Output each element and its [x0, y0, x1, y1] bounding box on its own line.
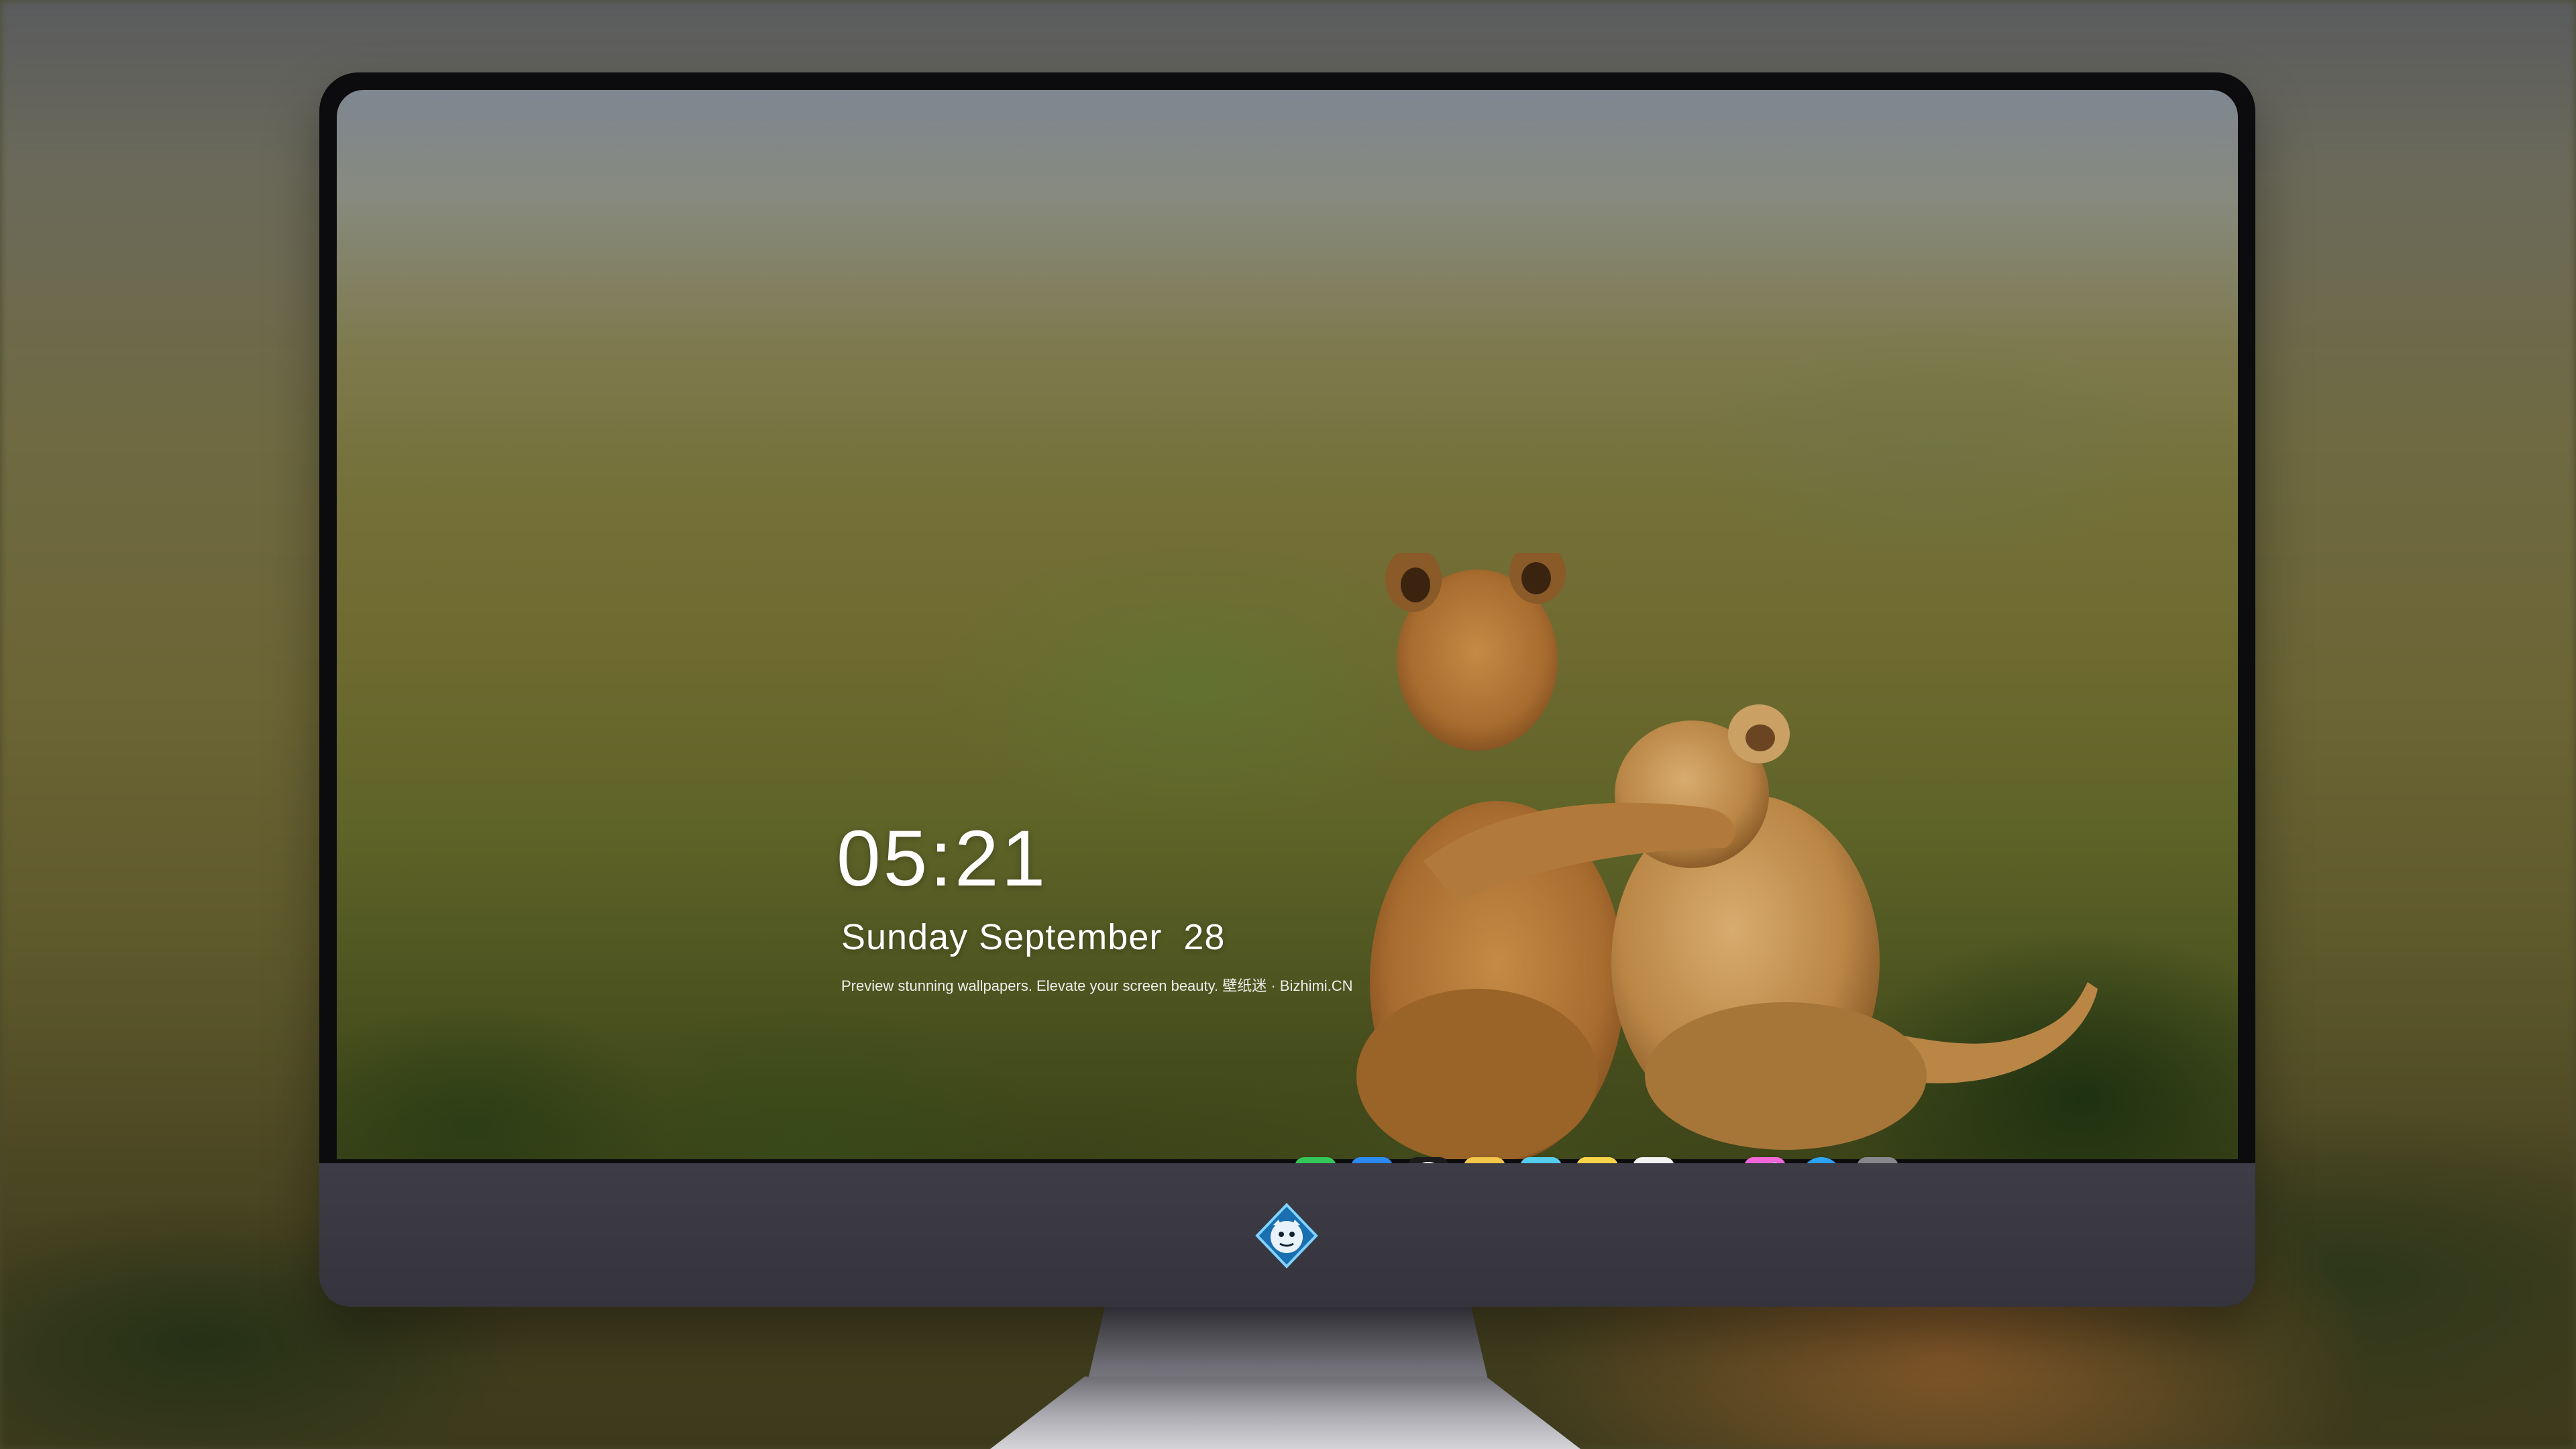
screen: 05:21 Sunday September 28 Preview stunni…: [337, 90, 2238, 1159]
monster-logo-icon: [1255, 1203, 1318, 1269]
lockscreen-tagline: Preview stunning wallpapers. Elevate you…: [841, 977, 1353, 994]
lion-cubs-wallpaper: [1356, 553, 2098, 1159]
monitor: 05:21 Sunday September 28 Preview stunni…: [319, 72, 2255, 1307]
lockscreen-date: Sunday September 28: [841, 917, 1226, 957]
lockscreen-time: 05:21: [837, 814, 1049, 903]
monitor-stand-foot: [990, 1377, 1580, 1449]
